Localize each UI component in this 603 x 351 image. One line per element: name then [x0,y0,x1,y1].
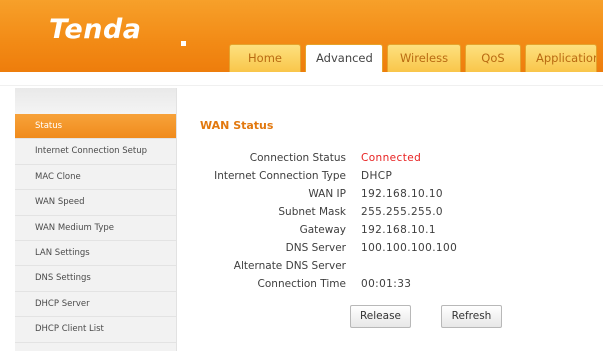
tab-home[interactable]: Home [229,44,301,72]
dns-server-label: DNS Server [285,242,346,254]
gateway-value: 192.168.10.1 [361,224,436,236]
sidebar-item-wan-speed[interactable]: WAN Speed [15,190,176,216]
refresh-button[interactable]: Refresh [441,305,502,328]
sidebar-header [15,88,176,114]
sidebar-item-lan-settings[interactable]: LAN Settings [15,241,176,267]
sidebar-item-internet-connection-setup[interactable]: Internet Connection Setup [15,139,176,165]
sidebar-item-wan-medium-type[interactable]: WAN Medium Type [15,216,176,241]
connection-status-label: Connection Status [249,152,346,164]
gateway-label: Gateway [299,224,346,236]
tab-wireless[interactable]: Wireless [387,44,461,72]
sidebar-item-mac-clone[interactable]: MAC Clone [15,165,176,191]
status-row: Connection Time 00:01:33 [178,278,603,295]
logo-dot [181,41,186,46]
main-content: WAN Status Connection Status Connected I… [178,88,603,351]
subnet-mask-value: 255.255.255.0 [361,206,444,218]
header-bar: Tenda Home Advanced Wireless QoS Applica… [0,0,603,72]
connection-time-value: 00:01:33 [361,278,412,290]
status-row: WAN IP 192.168.10.10 [178,188,603,205]
tab-advanced[interactable]: Advanced [305,44,383,72]
release-button[interactable]: Release [350,305,411,328]
tenda-logo: Tenda [49,14,142,45]
sub-header-strip [0,72,603,86]
sidebar-item-dhcp-client-list[interactable]: DHCP Client List [15,317,176,343]
main-tabs: Home Advanced Wireless QoS Application [229,44,597,72]
tab-application[interactable]: Application [525,44,597,72]
subnet-mask-label: Subnet Mask [278,206,346,218]
status-row: Subnet Mask 255.255.255.0 [178,206,603,223]
alternate-dns-label: Alternate DNS Server [233,260,346,272]
wan-ip-label: WAN IP [308,188,346,200]
tab-qos[interactable]: QoS [465,44,521,72]
connection-time-label: Connection Time [257,278,346,290]
status-row: Gateway 192.168.10.1 [178,224,603,241]
connection-status-value: Connected [361,152,422,164]
status-row: DNS Server 100.100.100.100 [178,242,603,259]
page-title: WAN Status [200,119,274,132]
status-row: Connection Status Connected [178,152,603,169]
connection-type-label: Internet Connection Type [214,170,346,182]
connection-type-value: DHCP [361,170,393,182]
status-row: Alternate DNS Server [178,260,603,277]
sidebar-item-dns-settings[interactable]: DNS Settings [15,266,176,292]
wan-ip-value: 192.168.10.10 [361,188,444,200]
sidebar: Status Internet Connection Setup MAC Clo… [15,88,177,351]
sidebar-item-dhcp-server[interactable]: DHCP Server [15,292,176,318]
status-row: Internet Connection Type DHCP [178,170,603,187]
sidebar-item-status[interactable]: Status [15,114,176,140]
dns-server-value: 100.100.100.100 [361,242,458,254]
